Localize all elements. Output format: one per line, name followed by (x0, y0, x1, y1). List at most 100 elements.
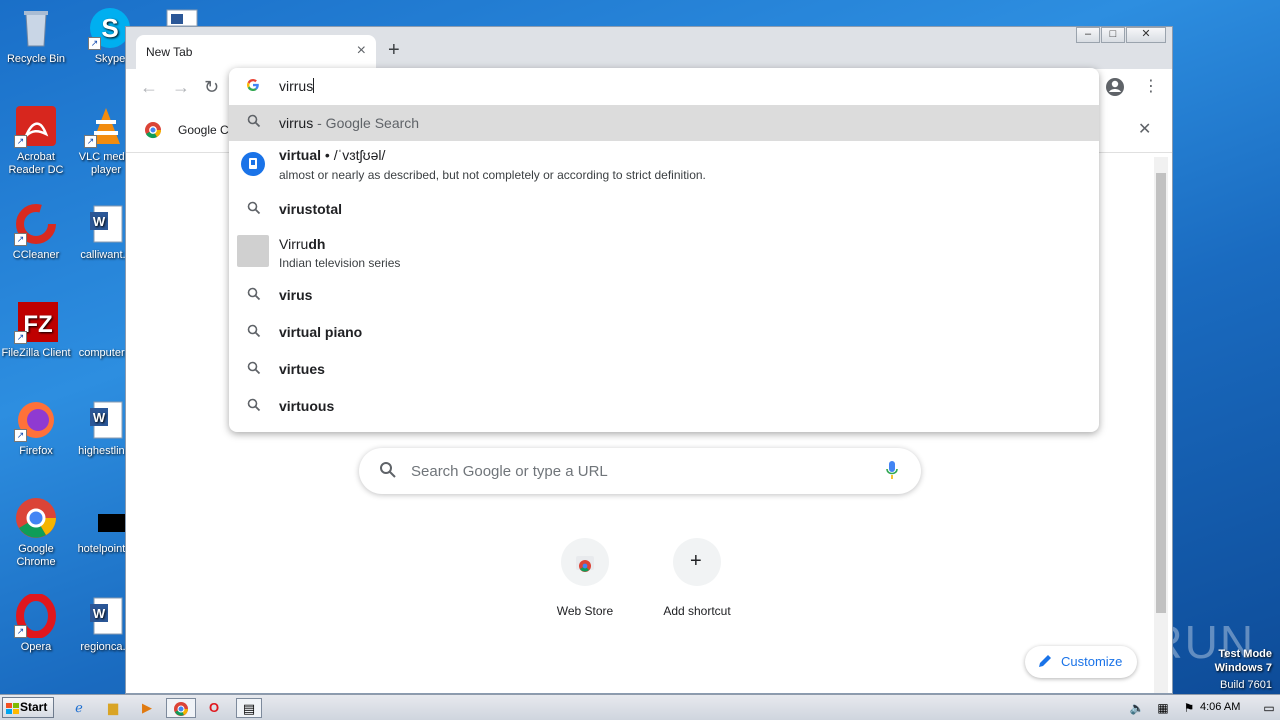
google-g-icon (246, 78, 260, 97)
volume-icon[interactable]: 🔈 (1126, 698, 1148, 718)
tab-strip: New Tab × + – □ ✕ (126, 27, 1172, 69)
test-mode-label: Test Mode (1218, 648, 1272, 660)
taskbar-clock[interactable]: 4:06 AM (1200, 701, 1240, 713)
omnibox-suggestion-entity[interactable]: Virrudh Indian television series (229, 231, 1099, 275)
profile-avatar-icon[interactable] (1105, 77, 1125, 102)
suggestion-text: virus (279, 287, 313, 303)
dictionary-icon (241, 152, 265, 181)
start-button[interactable]: Start (2, 697, 54, 718)
suggestion-text: virrus (279, 115, 314, 131)
omnibox-suggestion[interactable]: virtual piano (229, 313, 1099, 349)
microphone-icon[interactable] (885, 460, 899, 485)
omnibox-suggestion[interactable]: virtues (229, 350, 1099, 386)
show-desktop-icon[interactable]: ▭ (1258, 698, 1280, 718)
bookmark-google-chrome[interactable]: Google Cl (178, 123, 231, 137)
omnibox-suggestion-dictionary[interactable]: virtual • /ˈvɜtʃʊəl/ almost or nearly as… (229, 141, 1099, 185)
forward-arrow-icon[interactable]: → (172, 77, 190, 98)
infobar-close-icon[interactable]: ✕ (1138, 119, 1151, 139)
ntp-search-box[interactable]: Search Google or type a URL (359, 448, 921, 494)
minimize-icon[interactable]: – (1076, 27, 1100, 43)
desktop-icon-label: Acrobat Reader DC (8, 151, 64, 176)
suggestion-definition: almost or nearly as described, but not c… (279, 168, 706, 182)
build-label: Build 7601 (1220, 679, 1272, 691)
scrollbar-thumb[interactable] (1156, 173, 1166, 613)
ccleaner-icon: ↗ (14, 202, 58, 246)
suggestion-text-bold: dh (308, 236, 326, 252)
internet-explorer-icon[interactable]: ℯ (68, 698, 90, 718)
search-icon (247, 398, 261, 415)
suggestion-description: Indian television series (279, 256, 401, 270)
taskbar: Start ℯ ▆ ▶ O ▤ 🔈 ▦ ⚑ 4:06 AM ▭ (0, 694, 1280, 720)
tab-new-tab[interactable]: New Tab × (136, 35, 376, 69)
word-document-icon: W (84, 202, 128, 246)
chrome-icon (14, 496, 58, 540)
start-label: Start (20, 700, 48, 714)
svg-text:S: S (101, 13, 118, 43)
desktop-icon-label: Google Chrome (16, 543, 56, 568)
menu-kebab-icon[interactable]: ⋮ (1143, 76, 1159, 96)
taskbar-chrome-icon[interactable] (166, 698, 196, 718)
omnibox-suggestion[interactable]: virus (229, 276, 1099, 312)
action-center-flag-icon[interactable]: ⚑ (1178, 698, 1200, 718)
vlc-icon: ↗ (84, 104, 128, 148)
suggestion-text: virtuous (279, 398, 335, 414)
tab-close-icon[interactable]: × (357, 42, 366, 60)
web-store-icon (561, 538, 609, 586)
word-document-icon: W (84, 398, 128, 442)
desktop-icon-label: FileZilla Client (1, 347, 71, 359)
search-icon (247, 201, 261, 218)
desktop-icon-label: Firefox (19, 445, 53, 457)
omnibox-suggestion[interactable]: virrus - Google Search (229, 105, 1099, 141)
search-icon (247, 361, 261, 378)
back-arrow-icon[interactable]: ← (140, 77, 158, 98)
reload-icon[interactable]: ↻ (204, 77, 219, 98)
suggestion-text: virtues (279, 361, 325, 377)
desktop-icon-partial-document[interactable] (165, 8, 211, 27)
chrome-favicon-icon (144, 121, 162, 144)
omnibox-input[interactable]: virrus (229, 68, 1099, 104)
desktop-icon-label: Recycle Bin (6, 53, 66, 65)
network-icon[interactable]: ▦ (1152, 698, 1174, 718)
suggestion-text-plain: Virru (279, 236, 309, 252)
opera-icon: ↗ (14, 593, 58, 639)
desktop-icon-ccleaner[interactable]: ↗ CCleaner (0, 202, 72, 262)
desktop-icon-acrobat[interactable]: ↗ Acrobat Reader DC (0, 104, 72, 177)
desktop-icon-opera[interactable]: ↗ Opera (0, 593, 72, 654)
media-player-icon[interactable]: ▶ (136, 698, 158, 718)
pencil-icon (1037, 653, 1053, 672)
close-window-icon[interactable]: ✕ (1126, 27, 1166, 43)
omnibox-suggestion[interactable]: virtuous (229, 387, 1099, 423)
shortcut-web-store[interactable]: Web Store (535, 538, 635, 618)
desktop-icon-recycle-bin[interactable]: Recycle Bin (0, 6, 72, 66)
folder-icon[interactable]: ▆ (102, 698, 124, 718)
suggestion-pronunciation: • /ˈvɜtʃʊəl/ (321, 147, 386, 163)
new-tab-button[interactable]: + (388, 39, 400, 62)
shortcut-add[interactable]: + Add shortcut (647, 538, 747, 618)
tab-title: New Tab (146, 45, 193, 59)
taskbar-opera-icon[interactable]: O (203, 698, 225, 718)
omnibox-input-value: virrus (279, 78, 314, 94)
taskbar-notepad-icon[interactable]: ▤ (236, 698, 262, 718)
ntp-search-placeholder: Search Google or type a URL (411, 463, 608, 480)
maximize-icon[interactable]: □ (1101, 27, 1125, 43)
document-icon (166, 9, 198, 27)
word-document-icon: W (84, 594, 128, 638)
desktop-icon-chrome[interactable]: Google Chrome (0, 496, 72, 569)
customize-button[interactable]: Customize (1025, 646, 1137, 678)
svg-text:FZ: FZ (23, 311, 52, 338)
acrobat-icon: ↗ (14, 104, 58, 148)
customize-label: Customize (1061, 654, 1123, 669)
plus-icon: + (673, 538, 721, 586)
omnibox-suggestion[interactable]: virustotal (229, 190, 1099, 226)
desktop-icon-label: CCleaner (12, 249, 60, 261)
desktop-icon-firefox[interactable]: ↗ Firefox (0, 398, 72, 458)
suggestion-word: virtual (279, 147, 322, 163)
search-icon (247, 287, 261, 304)
suggestion-text: virtual piano (279, 324, 363, 340)
vertical-scrollbar[interactable] (1154, 157, 1168, 693)
search-icon (247, 324, 261, 341)
suggestion-text: virustotal (279, 201, 343, 217)
desktop-icon-filezilla[interactable]: FZ ↗ FileZilla Client (0, 300, 72, 360)
omnibox-dropdown: virrus virrus - Google Search virtual • … (229, 68, 1099, 432)
filezilla-icon: FZ ↗ (14, 300, 58, 344)
